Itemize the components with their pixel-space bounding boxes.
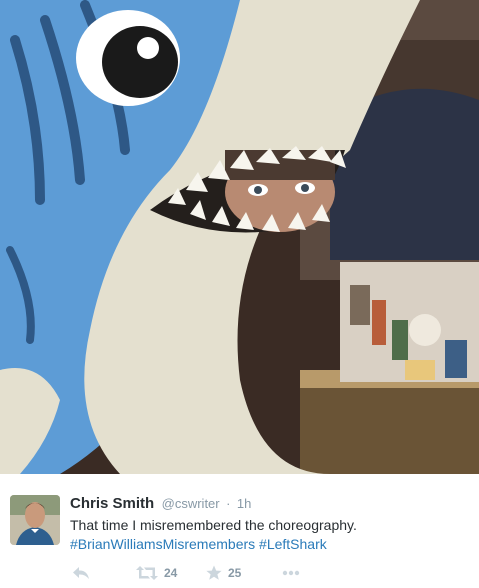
hashtag-line: #BrianWilliamsMisremembers #LeftShark <box>70 535 470 554</box>
author-handle[interactable]: @cswriter <box>162 496 220 511</box>
separator-dot: · <box>226 496 231 511</box>
left-shark-photo <box>0 0 479 474</box>
retweet-icon <box>136 566 158 580</box>
tweet-timestamp[interactable]: 1h <box>237 496 251 511</box>
retweet-count: 24 <box>164 566 178 580</box>
star-icon <box>206 565 222 580</box>
avatar-portrait-icon <box>10 495 60 545</box>
reply-arrow-icon <box>73 567 89 579</box>
tweet-text: That time I misremembered the choreograp… <box>70 516 470 554</box>
hashtag-link-leftshark[interactable]: #LeftShark <box>259 536 327 552</box>
tweet-body-text: That time I misremembered the choreograp… <box>70 517 357 533</box>
reply-button[interactable] <box>72 563 90 583</box>
avatar[interactable] <box>10 495 60 545</box>
tweet-header: Chris Smith @cswriter · 1h <box>70 495 251 513</box>
retweet-button[interactable]: 24 <box>136 563 177 583</box>
author-name[interactable]: Chris Smith <box>70 495 154 512</box>
favorite-count: 25 <box>228 566 242 580</box>
more-dots-icon <box>282 570 300 576</box>
tweet-photo[interactable] <box>0 0 479 474</box>
more-button[interactable] <box>282 563 300 583</box>
tweet-actions: 24 25 <box>70 563 370 583</box>
favorite-button[interactable]: 25 <box>206 563 241 583</box>
hashtag-link-brianwilliams[interactable]: #BrianWilliamsMisremembers <box>70 536 255 552</box>
tweet: Chris Smith @cswriter · 1h That time I m… <box>0 474 479 588</box>
